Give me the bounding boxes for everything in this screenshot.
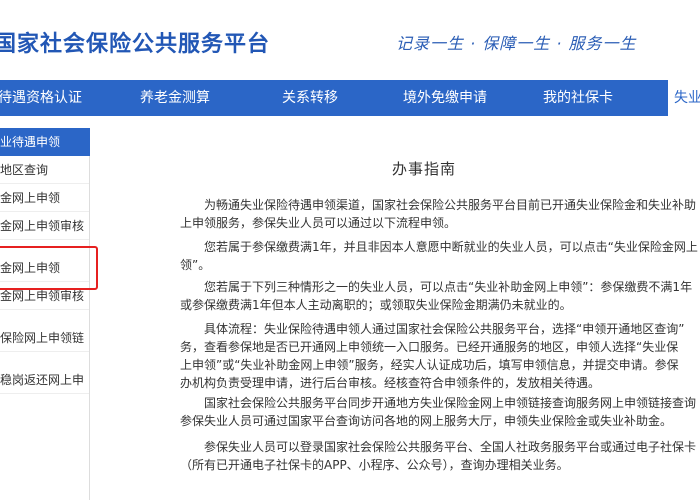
para-line: 办机构负责受理申请，进行后台审核。经核查符合申领条件的，发放相关待遇。 [180,376,601,390]
sidebar-item-benefit-apply[interactable]: 金网上申领 [0,184,89,212]
slogan: 记录一生 · 保障一生 · 服务一生 [396,34,637,53]
site-title[interactable]: 国家社会保险公共服务平台 [0,26,270,58]
guide-title: 办事指南 [391,160,456,178]
nav-item-unemployment[interactable]: 失业 [668,80,700,116]
para-line: 或参保缴费满1年但本人主动离职的；或领取失业保险金期满仍未就业的。 [180,298,572,312]
para-line: 具体流程：失业保险待遇申领人通过国家社会保险公共服务平台，选择“申领开通地区查询… [204,322,685,336]
para-line: 上申领”或“失业补助金网上申领”服务，经实人认证成功后，填写申领信息，并提交申请… [180,358,679,372]
para-line: 参保失业人员可以登录国家社会保险公共服务平台、全国人社政务服务平台或通过电子社保… [204,440,697,454]
para-line: 国家社会保险公共服务平台同步开通地方失业保险金网上申领链接查询服务网上申领链接查… [204,396,697,410]
para-line: 参保失业人员可通过国家平台查询访问各地的网上服务大厅，申领失业保险金或失业补助金… [180,414,673,428]
paragraph-process: 具体流程：失业保险待遇申领人通过国家社会保险公共服务平台，选择“申领开通地区查询… [180,320,700,392]
highlight-box [0,246,98,290]
paragraph-benefit: 您若属于参保缴费满1年，并且非因本人意愿中断就业的失业人员，可以点击“失业保险金… [180,238,700,274]
para-line: （所有已开通电子社保卡的APP、小程序、公众号），查询办理相关业务。 [180,458,569,472]
sidebar: 业待遇申领 地区查询 金网上申领 金网上申领审核 金网上申领 金网上申领审核 保… [0,128,90,500]
para-line: 上申领服务，参保失业人员可以通过以下流程申领。 [180,216,457,230]
sidebar-item-region-query[interactable]: 地区查询 [0,156,89,184]
nav-item-overseas[interactable]: 境外免缴申请 [403,80,487,116]
paragraph-channels: 参保失业人员可以登录国家社会保险公共服务平台、全国人社政务服务平台或通过电子社保… [180,438,700,474]
sidebar-item-insurance-link[interactable]: 保险网上申领链 [0,324,89,352]
nav-item-transfer[interactable]: 关系转移 [282,80,338,116]
sidebar-header[interactable]: 业待遇申领 [0,128,90,156]
main-nav: 待遇资格认证 养老金测算 关系转移 境外免缴申请 我的社保卡 失业 [0,80,700,116]
sidebar-item-job-stabilization[interactable]: 稳岗返还网上申 [0,366,89,394]
para-line: 为畅通失业保险待遇申领渠道，国家社会保险公共服务平台目前已开通失业保险金和失业补… [204,198,697,212]
paragraph-link-query: 国家社会保险公共服务平台同步开通地方失业保险金网上申领链接查询服务网上申领链接查… [180,394,700,430]
para-line: 领”。 [180,258,211,272]
nav-item-pension-calc[interactable]: 养老金测算 [140,80,210,116]
paragraph-intro: 为畅通失业保险待遇申领渠道，国家社会保险公共服务平台目前已开通失业保险金和失业补… [180,196,700,232]
para-line: 您若属于下列三种情形之一的失业人员，可以点击“失业补助金网上申领”：参保缴费不满… [204,280,693,294]
nav-item-qualification[interactable]: 待遇资格认证 [0,80,82,116]
sidebar-item-benefit-review[interactable]: 金网上申领审核 [0,212,89,240]
header: 国家社会保险公共服务平台 记录一生 · 保障一生 · 服务一生 [0,0,700,80]
para-line: 务，查看参保地是否已开通网上申领统一入口服务。已经开通服务的地区，申领人选择“失… [180,340,679,354]
para-line: 您若属于参保缴费满1年，并且非因本人意愿中断就业的失业人员，可以点击“失业保险金… [204,240,698,254]
paragraph-subsidy: 您若属于下列三种情形之一的失业人员，可以点击“失业补助金网上申领”：参保缴费不满… [180,278,700,314]
content-area: 办事指南 为畅通失业保险待遇申领渠道，国家社会保险公共服务平台目前已开通失业保险… [104,128,700,500]
nav-item-social-card[interactable]: 我的社保卡 [543,80,613,116]
